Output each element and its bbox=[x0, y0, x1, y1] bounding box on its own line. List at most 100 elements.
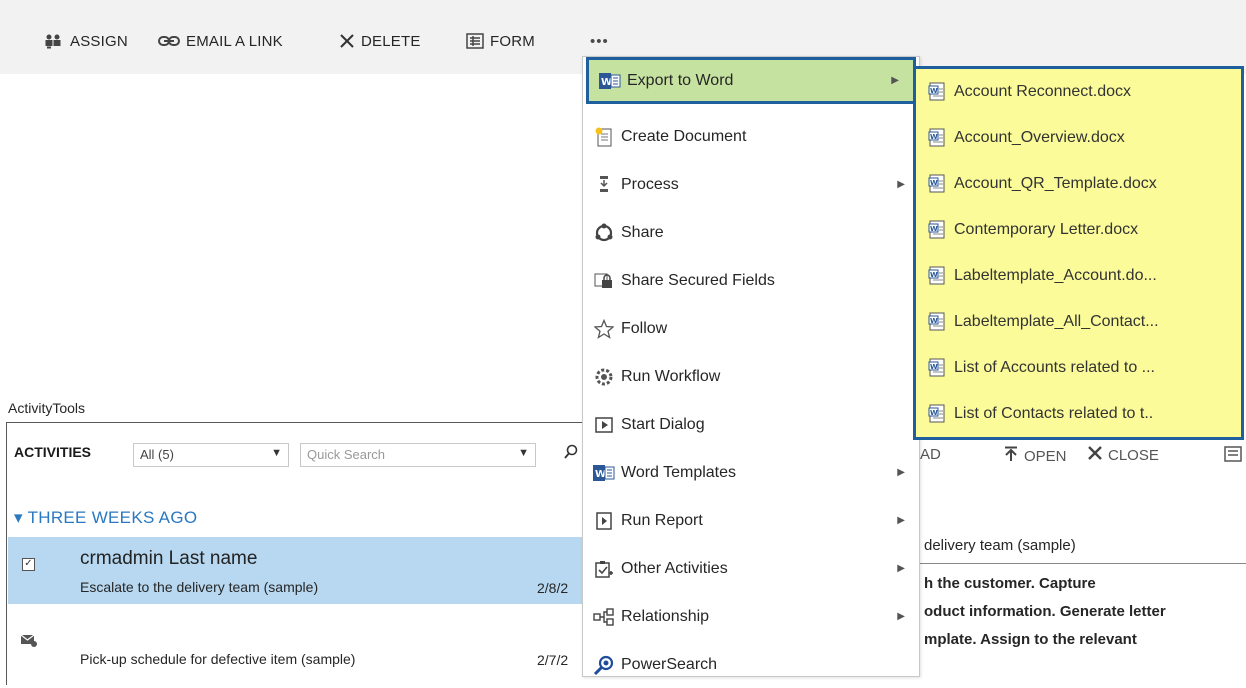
arrow-up-icon bbox=[1004, 446, 1018, 466]
submenu-item-label: Account_QR_Template.docx bbox=[954, 175, 1157, 192]
menu-item-label: Share bbox=[621, 223, 664, 241]
divider bbox=[918, 563, 1246, 564]
open-button[interactable]: OPEN bbox=[1004, 446, 1067, 466]
share-icon bbox=[593, 222, 615, 244]
more-commands-button[interactable]: ••• bbox=[590, 33, 609, 50]
submenu-item-label: List of Contacts related to t.. bbox=[954, 405, 1154, 422]
svg-text:W: W bbox=[930, 179, 938, 187]
svg-text:W: W bbox=[930, 317, 938, 325]
close-button[interactable]: CLOSE bbox=[1088, 446, 1159, 464]
submenu-arrow-icon: ▶ bbox=[897, 611, 905, 622]
word-icon: W bbox=[593, 462, 615, 484]
submenu-item-template[interactable]: W List of Accounts related to ... bbox=[916, 345, 1241, 391]
submenu-arrow-icon: ▶ bbox=[897, 563, 905, 574]
menu-item-label: PowerSearch bbox=[621, 655, 718, 673]
process-icon bbox=[593, 174, 615, 196]
svg-text:W: W bbox=[601, 77, 612, 88]
svg-text:W: W bbox=[595, 469, 606, 480]
more-commands-menu: W Export to Word ▶ Create Document Proce… bbox=[582, 56, 920, 677]
menu-item-run-report[interactable]: Run Report ▶ bbox=[583, 497, 919, 544]
activity-detail-heading: delivery team (sample) bbox=[924, 537, 1076, 554]
report-icon bbox=[593, 510, 615, 532]
submenu-arrow-icon: ▶ bbox=[891, 75, 899, 86]
svg-text:W: W bbox=[930, 363, 938, 371]
menu-item-export-to-word[interactable]: W Export to Word ▶ bbox=[586, 57, 916, 104]
menu-item-start-dialog[interactable]: Start Dialog bbox=[583, 401, 919, 448]
form-button[interactable]: FORM bbox=[466, 30, 535, 52]
email-link-button[interactable]: EMAIL A LINK bbox=[158, 30, 283, 52]
activity-detail-line: h the customer. Capture bbox=[924, 575, 1096, 592]
quick-search-input[interactable]: Quick Search ▼ bbox=[300, 443, 536, 467]
activity-detail-line: oduct information. Generate letter bbox=[924, 603, 1166, 620]
activity-subject[interactable]: Pick-up schedule for defective item (sam… bbox=[80, 651, 355, 667]
menu-item-powersearch[interactable]: PowerSearch bbox=[583, 641, 919, 688]
delete-button[interactable]: DELETE bbox=[339, 30, 421, 52]
assign-icon bbox=[44, 33, 64, 49]
activity-filter-value: All (5) bbox=[140, 447, 174, 462]
submenu-item-template[interactable]: W Account_Overview.docx bbox=[916, 115, 1241, 161]
activity-date: 2/8/2 bbox=[537, 580, 569, 596]
form-icon bbox=[466, 33, 484, 49]
word-document-icon: W bbox=[928, 82, 948, 102]
word-document-icon: W bbox=[928, 312, 948, 332]
close-x-icon bbox=[1088, 446, 1102, 464]
word-document-icon: W bbox=[928, 128, 948, 148]
svg-text:W: W bbox=[930, 271, 938, 279]
activity-subject[interactable]: Escalate to the delivery team (sample) bbox=[80, 579, 318, 595]
row-checkbox[interactable]: ✓ bbox=[22, 558, 35, 571]
activities-icon bbox=[593, 558, 615, 580]
form-icon[interactable] bbox=[1224, 446, 1242, 467]
play-box-icon bbox=[593, 414, 615, 436]
activity-filter-select[interactable]: All (5) ▼ bbox=[133, 443, 289, 467]
svg-text:W: W bbox=[930, 133, 938, 141]
link-icon bbox=[158, 35, 180, 47]
menu-item-label: Process bbox=[621, 175, 679, 193]
assign-label: ASSIGN bbox=[70, 32, 128, 50]
group-label: THREE WEEKS AGO bbox=[27, 508, 198, 527]
menu-item-label: Run Workflow bbox=[621, 367, 721, 385]
assign-button[interactable]: ASSIGN bbox=[44, 30, 128, 52]
word-document-icon: W bbox=[928, 404, 948, 424]
submenu-item-template[interactable]: W Contemporary Letter.docx bbox=[916, 207, 1241, 253]
email-icon bbox=[20, 632, 38, 653]
menu-item-share-secured-fields[interactable]: Share Secured Fields bbox=[583, 257, 919, 304]
menu-item-label: Other Activities bbox=[621, 559, 728, 577]
menu-item-create-document[interactable]: Create Document bbox=[583, 113, 919, 160]
submenu-item-template[interactable]: W Account Reconnect.docx bbox=[916, 69, 1241, 115]
menu-item-label: Word Templates bbox=[621, 463, 737, 481]
menu-item-run-workflow[interactable]: Run Workflow bbox=[583, 353, 919, 400]
relationship-icon bbox=[593, 606, 615, 628]
dropdown-arrow-icon: ▼ bbox=[271, 447, 282, 459]
menu-item-follow[interactable]: Follow bbox=[583, 305, 919, 352]
delete-label: DELETE bbox=[361, 32, 421, 50]
open-label: OPEN bbox=[1024, 447, 1067, 465]
menu-item-relationship[interactable]: Relationship ▶ bbox=[583, 593, 919, 640]
submenu-item-template[interactable]: W Account_QR_Template.docx bbox=[916, 161, 1241, 207]
menu-item-label: Relationship bbox=[621, 607, 710, 625]
menu-item-other-activities[interactable]: Other Activities ▶ bbox=[583, 545, 919, 592]
submenu-item-template[interactable]: W List of Contacts related to t.. bbox=[916, 391, 1241, 437]
menu-item-label: Follow bbox=[621, 319, 668, 337]
submenu-arrow-icon: ▶ bbox=[897, 179, 905, 190]
group-header[interactable]: ▾ THREE WEEKS AGO bbox=[14, 508, 197, 528]
word-document-icon: W bbox=[928, 174, 948, 194]
new-document-icon bbox=[593, 126, 615, 148]
menu-item-share[interactable]: Share bbox=[583, 209, 919, 256]
menu-item-word-templates[interactable]: W Word Templates ▶ bbox=[583, 449, 919, 496]
menu-item-process[interactable]: Process ▶ bbox=[583, 161, 919, 208]
submenu-item-label: Account Reconnect.docx bbox=[954, 83, 1131, 100]
activities-header: ACTIVITIES bbox=[14, 444, 92, 460]
close-x-icon bbox=[339, 33, 355, 49]
submenu-item-template[interactable]: W Labeltemplate_All_Contact... bbox=[916, 299, 1241, 345]
submenu-item-template[interactable]: W Labeltemplate_Account.do... bbox=[916, 253, 1241, 299]
submenu-item-label: Contemporary Letter.docx bbox=[954, 221, 1139, 238]
activity-tools-title: ActivityTools bbox=[8, 400, 86, 416]
lock-share-icon bbox=[593, 270, 615, 292]
export-to-word-submenu: W Account Reconnect.docx W Account_Overv… bbox=[913, 66, 1244, 440]
svg-text:W: W bbox=[930, 87, 938, 95]
submenu-item-label: Labeltemplate_All_Contact... bbox=[954, 313, 1159, 330]
word-document-icon: W bbox=[928, 358, 948, 378]
search-icon[interactable] bbox=[564, 444, 578, 465]
submenu-arrow-icon: ▶ bbox=[897, 515, 905, 526]
submenu-item-label: Labeltemplate_Account.do... bbox=[954, 267, 1157, 284]
